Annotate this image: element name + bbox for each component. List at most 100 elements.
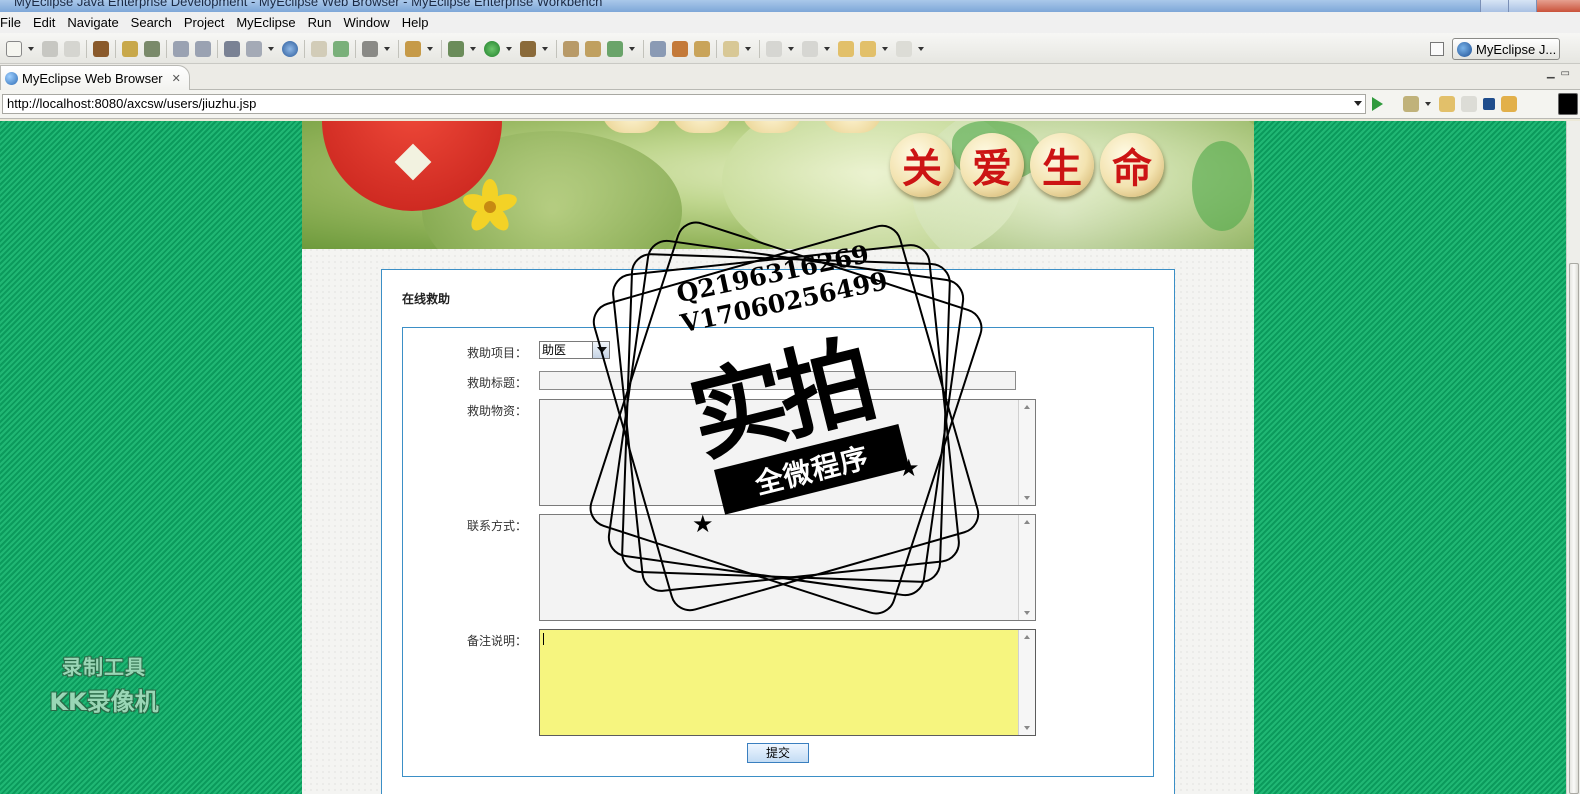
document-icon[interactable] [246,41,262,57]
import-icon[interactable] [333,41,349,57]
new-icon[interactable] [6,41,22,57]
menu-window[interactable]: Window [337,15,395,30]
perspective-switcher[interactable]: MyEclipse J... [1452,38,1560,60]
run-icon[interactable] [484,41,500,57]
close-tab-icon[interactable]: ✕ [172,72,181,85]
stop-icon[interactable] [1483,98,1495,110]
toolbar-separator [398,40,399,58]
project-select[interactable]: 助医 [539,341,610,359]
toolbar-separator [166,40,167,58]
toolbar-separator [304,40,305,58]
scrollbar-thumb[interactable] [1569,263,1579,794]
open-perspective-icon[interactable] [1430,42,1444,56]
new-wizard-icon[interactable] [405,41,421,57]
browser-refresh-icon[interactable] [1501,96,1517,112]
tab-web-browser[interactable]: MyEclipse Web Browser ✕ [0,65,190,90]
url-history-dropdown-icon[interactable] [1354,101,1362,106]
open-resource-dropdown-icon[interactable] [745,41,751,57]
save-icon[interactable] [42,41,58,57]
edit-icon[interactable] [173,41,189,57]
page-scrollbar[interactable] [1566,121,1580,794]
toolbar-separator [355,40,356,58]
browser-forward-icon[interactable] [1461,96,1477,112]
browser-address-bar: http://localhost:8080/axcsw/users/jiuzhu… [0,90,1580,119]
browser-viewport: 关 爱 生 命 在线救助 救助项目： 助医 救助标题： 救助物资： 联系方式： … [0,121,1566,794]
slogan-char: 关 [890,133,954,197]
new-wizard-dropdown-icon[interactable] [427,41,433,57]
open-resource-icon[interactable] [723,41,739,57]
browser-back-icon[interactable] [1439,96,1455,112]
menu-project[interactable]: Project [178,15,230,30]
next-annotation-icon[interactable] [766,41,782,57]
text-caret [543,633,544,645]
find-icon[interactable] [195,41,211,57]
prev-annotation-dropdown-icon[interactable] [824,41,830,57]
menu-navigate[interactable]: Navigate [61,15,124,30]
submit-button[interactable]: 提交 [747,743,809,763]
chevron-down-icon[interactable] [592,342,609,358]
title-input[interactable] [539,371,1016,390]
globe-icon[interactable] [282,41,298,57]
deploy-icon[interactable] [93,41,109,57]
maximize-view-icon[interactable]: ▭ [1561,68,1570,79]
run-dropdown-icon[interactable] [506,41,512,57]
server-icon[interactable] [144,41,160,57]
menu-search[interactable]: Search [125,15,178,30]
external-tools-dropdown-icon[interactable] [542,41,548,57]
textarea-scrollbar[interactable] [1018,400,1035,505]
last-edit-icon[interactable] [838,41,854,57]
window-title: MyEclipse Java Enterprise Development - … [14,0,603,9]
menu-myeclipse[interactable]: MyEclipse [230,15,301,30]
menu-file[interactable]: File [0,15,27,30]
print-icon[interactable] [64,41,80,57]
new-package-icon[interactable] [563,41,579,57]
flower-decoration [460,179,520,235]
url-input[interactable]: http://localhost:8080/axcsw/users/jiuzhu… [2,94,1366,114]
menu-run[interactable]: Run [302,15,338,30]
go-icon[interactable] [1372,97,1383,111]
back-icon[interactable] [860,41,876,57]
debug-icon[interactable] [448,41,464,57]
menu-edit[interactable]: Edit [27,15,61,30]
refresh-icon[interactable] [607,41,623,57]
favorites-dropdown-icon[interactable] [1425,96,1431,112]
next-annotation-dropdown-icon[interactable] [788,41,794,57]
minimize-button[interactable] [1480,0,1508,12]
forward-icon[interactable] [896,41,912,57]
toolbar-separator [643,40,644,58]
close-button[interactable] [1536,0,1580,12]
maximize-button[interactable] [1508,0,1536,12]
slogan-char: 生 [1030,133,1094,197]
camera-icon[interactable] [362,41,378,57]
db-icon[interactable] [224,41,240,57]
toolbar-separator [716,40,717,58]
package-explorer-icon[interactable] [694,41,710,57]
menu-help[interactable]: Help [396,15,435,30]
main-toolbar: MyEclipse J... [0,33,1580,64]
prev-annotation-icon[interactable] [802,41,818,57]
connect-icon[interactable] [650,41,666,57]
materials-textarea[interactable] [539,399,1036,506]
debug-dropdown-icon[interactable] [470,41,476,57]
minimize-view-icon[interactable]: ▁ [1547,68,1555,79]
external-tools-icon[interactable] [520,41,536,57]
banner-bubble [602,121,662,133]
rocket-icon[interactable] [672,41,688,57]
contact-textarea[interactable] [539,514,1036,621]
refresh-dropdown-icon[interactable] [629,41,635,57]
textarea-scrollbar[interactable] [1018,630,1035,735]
debug-bug-icon[interactable] [122,41,138,57]
forward-dropdown-icon[interactable] [918,41,924,57]
new-class-icon[interactable] [585,41,601,57]
remarks-textarea[interactable] [539,629,1036,736]
toolbar-separator [115,40,116,58]
document-dropdown-icon[interactable] [268,41,274,57]
view-menu-icon[interactable] [1558,93,1578,115]
favorites-icon[interactable] [1403,96,1419,112]
textarea-scrollbar[interactable] [1018,515,1035,620]
toolbar-icons [6,40,932,58]
open-folder-icon[interactable] [311,41,327,57]
camera-dropdown-icon[interactable] [384,41,390,57]
back-dropdown-icon[interactable] [882,41,888,57]
new-dropdown-icon[interactable] [28,41,34,57]
